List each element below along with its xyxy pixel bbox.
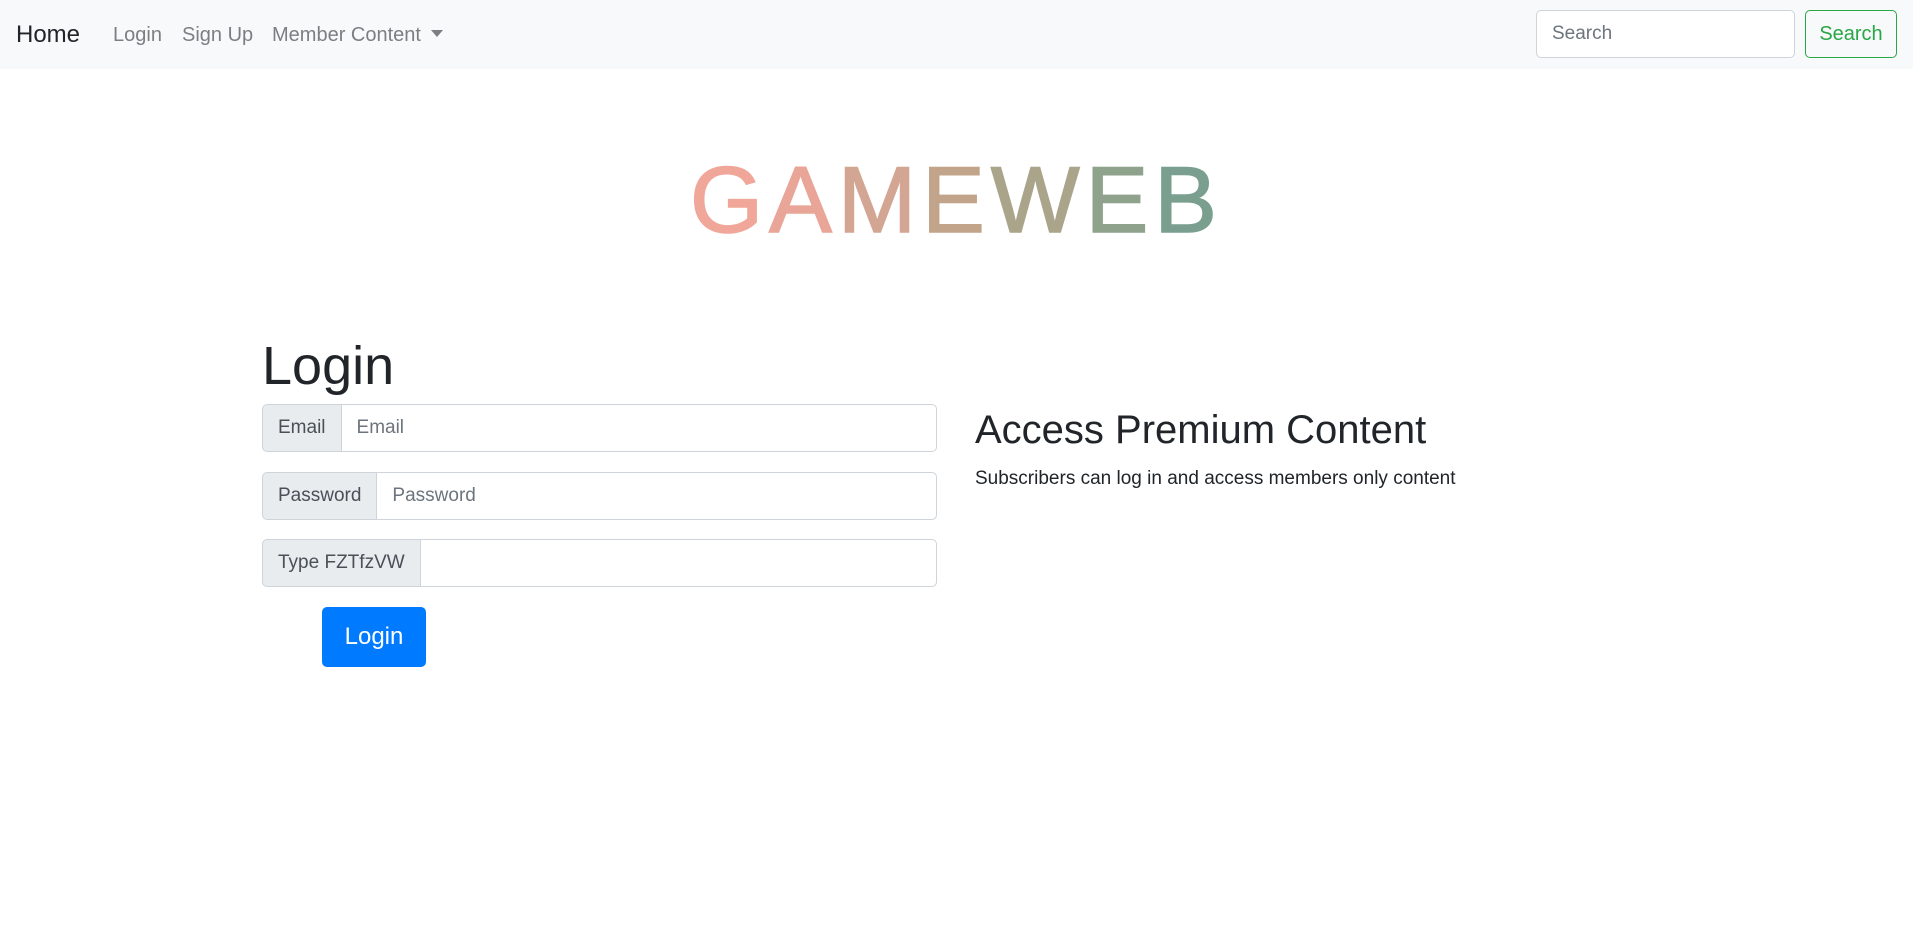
nav-signup-link[interactable]: Sign Up [182,20,253,50]
logo-letter: M [837,146,923,253]
member-content-label: Member Content [272,24,421,46]
password-addon-label: Password [262,472,377,520]
member-content-dropdown[interactable]: Member Content [272,20,443,50]
email-field[interactable] [340,404,937,452]
password-input-group: Password [262,472,937,520]
top-navbar: Home Login Sign Up Member Content Search [0,0,1913,69]
search-input[interactable] [1536,10,1795,58]
login-heading: Login [262,336,395,396]
email-input-group: Email [262,404,937,452]
logo-letter: W [990,146,1086,253]
gameweb-logo: GAMEWEB [0,145,1913,255]
nav-login-link[interactable]: Login [113,20,162,50]
logo-letter: A [768,146,838,253]
password-field[interactable] [376,472,937,520]
logo-letter: E [1085,146,1155,253]
captcha-addon-label: Type FZTfzVW [262,539,420,587]
captcha-field[interactable] [419,539,937,587]
login-submit-button[interactable]: Login [322,607,426,667]
caret-down-icon [430,30,443,37]
email-addon-label: Email [262,404,341,452]
home-link[interactable]: Home [16,18,80,52]
logo-letter: E [921,146,991,253]
captcha-input-group: Type FZTfzVW [262,539,937,587]
logo-letter: B [1153,146,1223,253]
premium-description: Subscribers can log in and access member… [975,468,1456,489]
logo-letter: G [689,146,770,253]
search-button[interactable]: Search [1805,10,1897,58]
premium-heading: Access Premium Content [975,408,1427,452]
